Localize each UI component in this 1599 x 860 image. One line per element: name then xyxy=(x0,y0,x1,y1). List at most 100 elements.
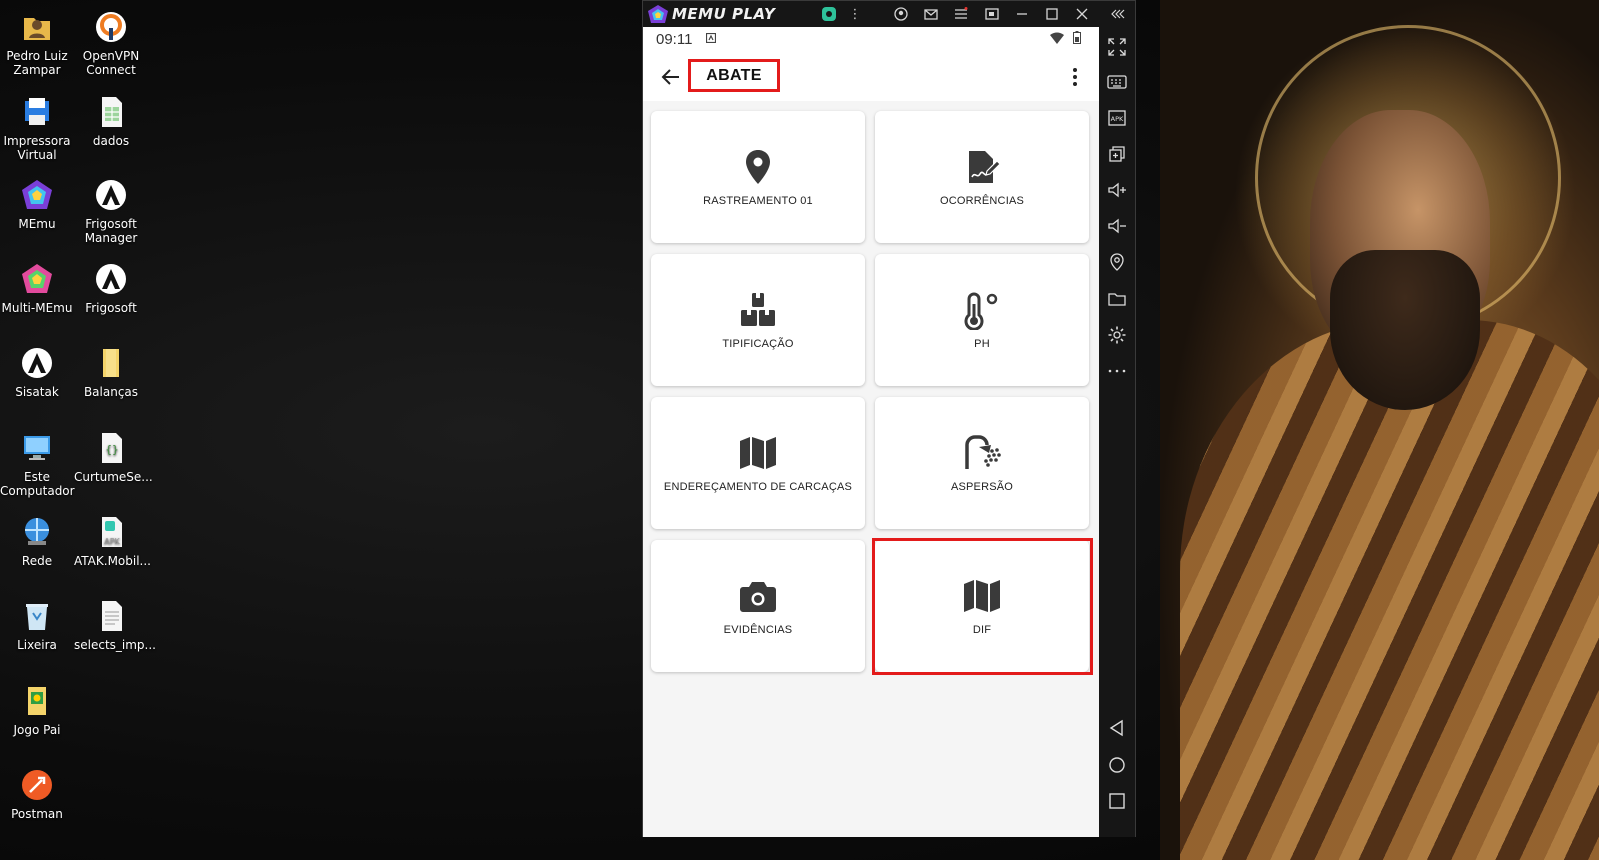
tile-aspersao[interactable]: ASPERSÃO xyxy=(875,397,1089,529)
tile-label: RASTREAMENTO 01 xyxy=(703,195,813,207)
frigosoft-icon xyxy=(94,178,128,212)
openvpn-icon xyxy=(94,10,128,44)
computer-icon xyxy=(20,431,54,465)
tile-label: OCORRÊNCIAS xyxy=(939,195,1025,207)
map-icon xyxy=(738,433,778,473)
spreadsheet-icon xyxy=(94,95,128,129)
recents-nav-icon[interactable] xyxy=(1107,791,1127,811)
tile-tipificacao[interactable]: TIPIFICAÇÃO xyxy=(651,254,865,386)
emulator-sidebar: APK xyxy=(1099,27,1135,837)
desktop-icon-pedro-luiz-zampar[interactable]: Pedro Luiz Zampar xyxy=(0,10,74,77)
wallpaper-beard xyxy=(1330,250,1480,410)
home-nav-icon[interactable] xyxy=(1107,755,1127,775)
app-bar: ABATE xyxy=(643,53,1099,101)
network-icon xyxy=(20,515,54,549)
desktop-icon-dados[interactable]: dados xyxy=(74,95,148,148)
printer-icon xyxy=(20,95,54,129)
text-file-icon xyxy=(94,599,128,633)
settings-icon[interactable] xyxy=(1107,325,1127,345)
tile-label: PH xyxy=(974,338,990,350)
user-folder-icon xyxy=(20,10,54,44)
battery-icon xyxy=(1073,31,1081,44)
tile-label: ASPERSÃO xyxy=(950,481,1014,493)
sisatak-icon xyxy=(20,346,54,380)
memu-icon xyxy=(20,178,54,212)
desktop-icon-lixeira[interactable]: Lixeira xyxy=(0,599,74,652)
desktop-icon-memu[interactable]: MEmu xyxy=(0,178,74,231)
apk-file-icon: APK xyxy=(94,515,128,549)
keyboard-icon[interactable] xyxy=(1107,72,1127,92)
tile-dif-highlight xyxy=(872,538,1093,675)
back-arrow-icon[interactable] xyxy=(659,65,683,89)
folder-icon xyxy=(94,346,128,380)
android-screen: 09:11 ABATE RASTREAMENTO 01 OCORRÊNCIAS … xyxy=(643,27,1099,837)
boxes-icon xyxy=(738,290,778,330)
close-icon[interactable] xyxy=(1072,4,1092,24)
desktop-icon-atak-mobil[interactable]: APK ATAK.Mobil... xyxy=(74,515,151,568)
desktop-icon-este-computador[interactable]: Este Computador xyxy=(0,431,75,498)
wallpaper-image xyxy=(1160,0,1599,860)
tile-label: TIPIFICAÇÃO xyxy=(722,338,794,350)
memu-logo-icon xyxy=(648,5,668,23)
page-title-highlight: ABATE xyxy=(688,59,780,92)
android-status-bar: 09:11 xyxy=(643,27,1099,53)
desktop-icon-sisatak[interactable]: Sisatak xyxy=(0,346,74,399)
json-file-icon: {} xyxy=(94,431,128,465)
notification-icon xyxy=(706,33,716,43)
volume-up-icon[interactable] xyxy=(1107,180,1127,200)
desktop-icon-impressora-virtual[interactable]: Impressora Virtual xyxy=(0,95,74,162)
hamburger-menu-icon[interactable] xyxy=(951,4,971,24)
signature-document-icon xyxy=(962,147,1002,187)
wifi-icon xyxy=(1050,32,1064,44)
more-icon[interactable] xyxy=(1107,361,1127,381)
folder-icon xyxy=(20,684,54,718)
tile-label: ENDEREÇAMENTO DE CARCAÇAS xyxy=(663,481,853,493)
shower-icon xyxy=(962,433,1002,473)
minimize-icon[interactable] xyxy=(1012,4,1032,24)
recycle-bin-icon xyxy=(20,599,54,633)
tile-ocorrencias[interactable]: OCORRÊNCIAS xyxy=(875,111,1089,243)
location-icon[interactable] xyxy=(1107,252,1127,272)
memu-emulator-window: MEMU PLAY ⋮ 09:11 ABATE RASTREAMENTO 01 … xyxy=(642,0,1136,837)
multi-window-icon[interactable] xyxy=(1107,144,1127,164)
svg-text:APK: APK xyxy=(104,537,120,546)
apk-icon[interactable]: APK xyxy=(1107,108,1127,128)
overflow-menu-icon[interactable] xyxy=(1063,65,1087,89)
account-icon[interactable] xyxy=(891,4,911,24)
page-title: ABATE xyxy=(706,66,762,84)
desktop-icon-balancas[interactable]: Balanças xyxy=(74,346,148,399)
tile-ph[interactable]: PH xyxy=(875,254,1089,386)
desktop-icon-curtumese[interactable]: {} CurtumeSe... xyxy=(74,431,153,484)
fullscreen-icon[interactable] xyxy=(1107,37,1127,57)
location-pin-icon xyxy=(738,147,778,187)
desktop-icon-multi-memu[interactable]: Multi-MEmu xyxy=(0,262,74,315)
svg-text:APK: APK xyxy=(1111,115,1124,123)
tile-label: EVIDÊNCIAS xyxy=(723,624,793,636)
collapse-sidebar-icon[interactable] xyxy=(1108,4,1128,24)
tile-evidencias[interactable]: EVIDÊNCIAS xyxy=(651,540,865,672)
tile-rastreamento-01[interactable]: RASTREAMENTO 01 xyxy=(651,111,865,243)
desktop-icon-selects-imp[interactable]: selects_imp... xyxy=(74,599,156,652)
maximize-icon[interactable] xyxy=(1042,4,1062,24)
back-nav-icon[interactable] xyxy=(1107,718,1127,738)
multi-memu-icon xyxy=(20,262,54,296)
assistant-icon[interactable] xyxy=(819,4,839,24)
desktop-icon-openvpn-connect[interactable]: OpenVPN Connect xyxy=(74,10,148,77)
memu-logo-text: MEMU PLAY xyxy=(672,5,776,23)
folder-icon[interactable] xyxy=(1107,289,1127,309)
desktop-icon-frigosoft[interactable]: Frigosoft xyxy=(74,262,148,315)
kebab-menu-icon[interactable]: ⋮ xyxy=(845,4,865,24)
volume-down-icon[interactable] xyxy=(1107,216,1127,236)
tile-enderecamento-de-carcacas[interactable]: ENDEREÇAMENTO DE CARCAÇAS xyxy=(651,397,865,529)
svg-text:{}: {} xyxy=(105,443,118,456)
desktop-icon-jogo-pai[interactable]: Jogo Pai xyxy=(0,684,74,737)
thermometer-icon xyxy=(962,290,1002,330)
postman-icon xyxy=(20,768,54,802)
desktop-icon-postman[interactable]: Postman xyxy=(0,768,74,821)
frigosoft-icon xyxy=(94,262,128,296)
emulator-titlebar: MEMU PLAY ⋮ xyxy=(643,1,1135,27)
desktop-icon-rede[interactable]: Rede xyxy=(0,515,74,568)
desktop-icon-frigosoft-manager[interactable]: Frigosoft Manager xyxy=(74,178,148,245)
screenshot-icon[interactable] xyxy=(982,4,1002,24)
mail-icon[interactable] xyxy=(921,4,941,24)
